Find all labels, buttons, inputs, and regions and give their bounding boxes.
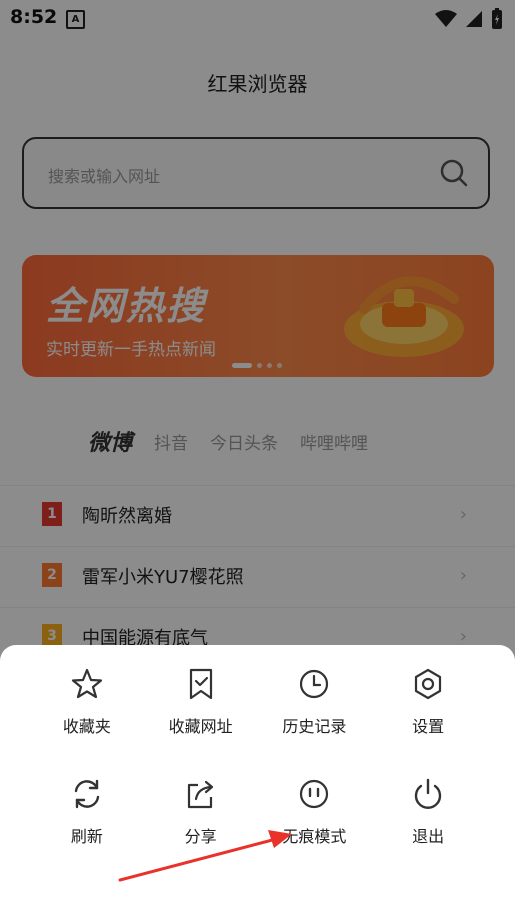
menu-item-label: 分享 [184, 827, 217, 846]
menu-item-favorites[interactable]: 收藏夹 [30, 667, 144, 737]
power-icon [414, 778, 442, 809]
menu-item-label: 退出 [412, 827, 445, 846]
menu-item-share[interactable]: 分享 [144, 777, 258, 847]
menu-item-incognito[interactable]: 无痕模式 [258, 777, 372, 847]
menu-item-label: 收藏网址 [168, 717, 233, 736]
refresh-icon [74, 779, 100, 809]
menu-item-label: 收藏夹 [62, 717, 111, 736]
menu-grid: 收藏夹 收藏网址 历史记录 设置 刷新 分享 无痕模式 退出 [30, 667, 485, 847]
menu-item-label: 刷新 [70, 827, 103, 846]
incognito-icon [300, 779, 329, 809]
settings-icon [415, 668, 442, 700]
menu-item-label: 设置 [412, 717, 445, 736]
star-icon [71, 668, 102, 699]
bookmark-icon [189, 668, 212, 700]
menu-item-label: 无痕模式 [282, 827, 347, 846]
share-icon [187, 780, 213, 809]
menu-item-history[interactable]: 历史记录 [258, 667, 372, 737]
menu-item-refresh[interactable]: 刷新 [30, 777, 144, 847]
menu-item-label: 历史记录 [282, 717, 347, 736]
menu-item-bookmark-url[interactable]: 收藏网址 [144, 667, 258, 737]
menu-item-settings[interactable]: 设置 [371, 667, 485, 737]
menu-item-exit[interactable]: 退出 [371, 777, 485, 847]
menu-bottom-sheet: 收藏夹 收藏网址 历史记录 设置 刷新 分享 无痕模式 退出 [0, 645, 515, 917]
clock-icon [300, 669, 329, 699]
